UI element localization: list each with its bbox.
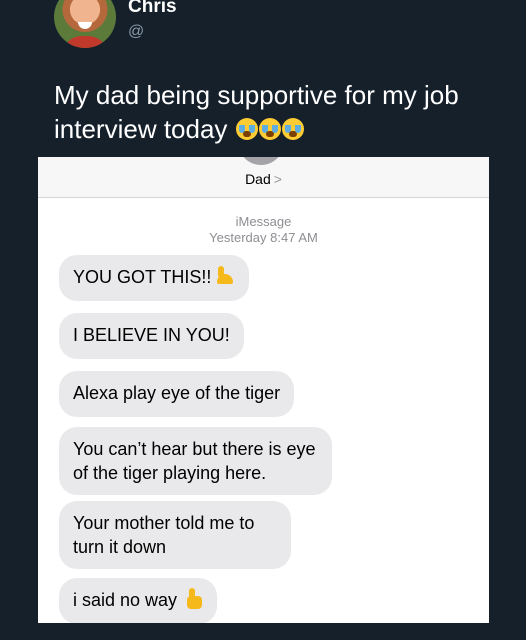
- loudly-crying-face-icon: [235, 118, 258, 140]
- message-bubble: i said no way: [59, 578, 218, 623]
- message-text: Alexa play eye of the tiger: [73, 383, 281, 403]
- contact-avatar: [238, 157, 284, 165]
- avatar-shirt: [62, 36, 108, 48]
- tweet-text: My dad being supportive for my job inter…: [54, 78, 494, 146]
- service-label: iMessage: [235, 214, 292, 229]
- author-avatar[interactable]: [54, 0, 116, 48]
- message-bubble: YOU GOT THIS!!: [59, 255, 250, 301]
- thumbs-up-icon: [181, 588, 203, 610]
- contact-name: Dad >: [38, 171, 489, 187]
- message-timestamp: Yesterday 8:47 AM: [209, 230, 318, 245]
- message-text: Your mother told me to turn it down: [73, 513, 255, 557]
- imessage-screenshot[interactable]: Dad > iMessage Yesterday 8:47 AM YOU GOT …: [38, 157, 489, 623]
- loudly-crying-face-icon: [281, 118, 304, 140]
- conversation-header: Dad >: [38, 157, 489, 198]
- flexed-biceps-icon: [215, 266, 235, 286]
- chevron-right-icon: >: [273, 171, 282, 187]
- message-bubble: I BELIEVE IN YOU!: [59, 313, 244, 359]
- message-text: You can’t hear but there is eye of the t…: [73, 439, 316, 483]
- message-bubble: Your mother told me to turn it down: [59, 501, 291, 569]
- message-bubble: You can’t hear but there is eye of the t…: [59, 427, 332, 495]
- message-text: i said no way: [73, 590, 178, 610]
- avatar-smile: [78, 22, 92, 29]
- author-handle[interactable]: @: [128, 23, 144, 41]
- contact-name-label: Dad: [245, 171, 271, 187]
- loudly-crying-face-icon: [258, 118, 281, 140]
- author-name[interactable]: Chris: [128, 0, 177, 18]
- message-text: I BELIEVE IN YOU!: [73, 325, 230, 345]
- message-text: YOU GOT THIS!!: [73, 267, 212, 287]
- message-bubble: Alexa play eye of the tiger: [59, 371, 295, 417]
